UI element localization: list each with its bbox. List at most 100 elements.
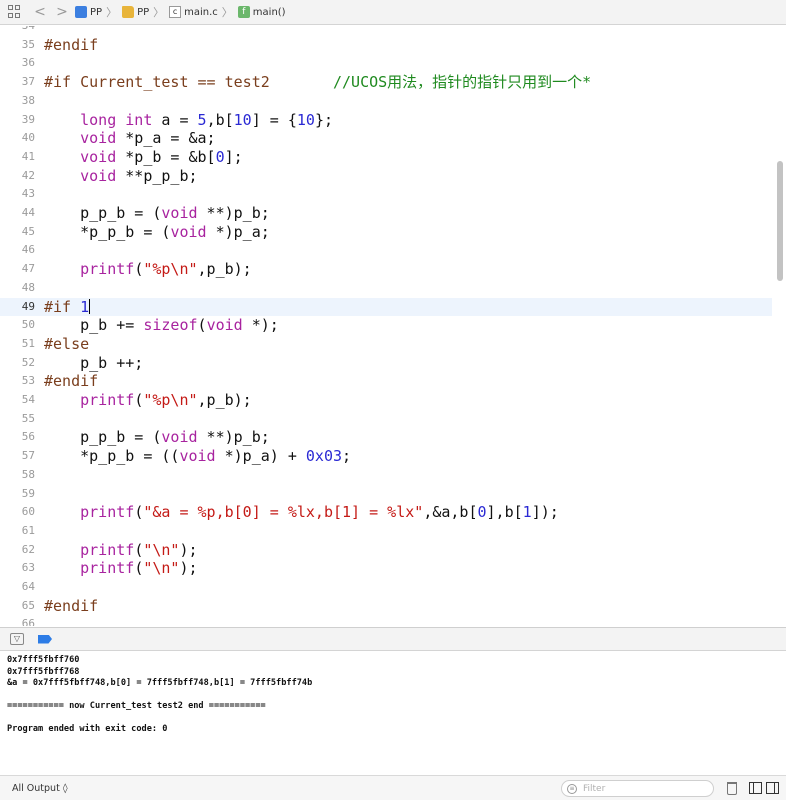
line-number[interactable]: 42	[0, 167, 35, 186]
filter-icon: ≡	[567, 783, 577, 794]
project-icon	[75, 6, 87, 18]
filter-field[interactable]: ≡ Filter	[561, 780, 714, 797]
line-number[interactable]: 60	[0, 503, 35, 522]
line-number[interactable]: 54	[0, 391, 35, 410]
chevron-right-icon: 〉	[106, 6, 118, 19]
code-line[interactable]: 49 #if 1	[0, 297, 772, 317]
line-number[interactable]: 34	[0, 26, 35, 36]
line-number[interactable]: 52	[0, 354, 35, 373]
breadcrumb-file[interactable]: c main.c 〉	[169, 4, 233, 20]
console-output[interactable]: 0x7fff5fbff760 0x7fff5fbff768 &a = 0x7fff5…	[0, 652, 786, 774]
code-line[interactable]: 51 #else	[0, 335, 772, 354]
line-number[interactable]: 65	[0, 597, 35, 616]
code-text: #endif	[44, 596, 99, 615]
code-line[interactable]: 58	[0, 466, 772, 485]
code-line[interactable]: 53 #endif	[0, 372, 772, 391]
code-line[interactable]: 66	[0, 615, 772, 626]
line-number[interactable]: 57	[0, 447, 35, 466]
line-number[interactable]: 35	[0, 36, 35, 55]
code-line[interactable]: 38	[0, 92, 772, 111]
code-text: #if Current_test == test2 //UCOS用法，指针的指针…	[44, 73, 592, 92]
code-line[interactable]: 47 printf("%p\n",p_b);	[0, 260, 772, 279]
code-text: p_p_b = (void **)p_b;	[44, 428, 270, 447]
line-number[interactable]: 58	[0, 466, 35, 485]
code-line[interactable]: 63 printf("\n");	[0, 559, 772, 578]
code-line[interactable]: 55	[0, 410, 772, 429]
code-line[interactable]: 43	[0, 185, 772, 204]
line-number[interactable]: 46	[0, 241, 35, 260]
hide-debug-area-button[interactable]: ▽	[10, 633, 24, 645]
line-number[interactable]: 44	[0, 204, 35, 223]
code-line[interactable]: 45 *p_p_b = (void *)p_a;	[0, 223, 772, 242]
line-number[interactable]: 53	[0, 372, 35, 391]
code-line[interactable]: 36	[0, 54, 772, 73]
code-line[interactable]: 46	[0, 241, 772, 260]
code-line[interactable]: 39 long int a = 5,b[10] = {10};	[0, 111, 772, 130]
line-number[interactable]: 51	[0, 335, 35, 354]
code-line[interactable]: 56 p_p_b = (void **)p_b;	[0, 428, 772, 447]
code-text: void *p_a = &a;	[80, 129, 216, 148]
folder-icon	[122, 6, 135, 18]
vertical-scrollbar[interactable]	[777, 161, 783, 281]
line-number[interactable]: 64	[0, 578, 35, 597]
code-text: #if 1	[44, 297, 91, 316]
line-number[interactable]: 63	[0, 559, 35, 578]
code-line[interactable]: 34	[0, 26, 772, 36]
trash-icon[interactable]	[727, 782, 737, 795]
c-file-icon: c	[169, 6, 182, 18]
breakpoints-toggle-icon[interactable]	[38, 634, 52, 644]
line-number[interactable]: 56	[0, 428, 35, 447]
show-console-view-icon[interactable]	[766, 782, 779, 794]
code-line[interactable]: 42 void **p_p_b;	[0, 167, 772, 186]
code-line[interactable]: 41 void *p_b = &b[0];	[0, 148, 772, 167]
code-line[interactable]: 61	[0, 522, 772, 541]
line-number[interactable]: 38	[0, 92, 35, 111]
code-line[interactable]: 35 #endif	[0, 36, 772, 55]
code-text: *p_p_b = (void *)p_a;	[44, 222, 270, 241]
line-number[interactable]: 43	[0, 185, 35, 204]
code-line[interactable]: 48	[0, 279, 772, 298]
line-number[interactable]: 40	[0, 129, 35, 148]
code-line[interactable]: 59	[0, 485, 772, 504]
code-line[interactable]: 37 #if Current_test == test2 //UCOS用法，指针的…	[0, 73, 772, 92]
related-items-icon[interactable]	[8, 5, 22, 19]
code-line[interactable]: 44 p_p_b = (void **)p_b;	[0, 204, 772, 223]
code-line[interactable]: 50 p_b += sizeof(void *);	[0, 316, 772, 335]
breadcrumb-folder[interactable]: PP 〉	[122, 4, 164, 20]
line-number[interactable]: 49	[0, 298, 35, 317]
line-number[interactable]: 50	[0, 316, 35, 335]
code-line[interactable]: 60 printf("&a = %p,b[0] = %lx,b[1] = %lx…	[0, 503, 772, 522]
code-text: printf("\n");	[80, 540, 198, 559]
code-line[interactable]: 54 printf("%p\n",p_b);	[0, 391, 772, 410]
line-number[interactable]: 41	[0, 148, 35, 167]
output-selector[interactable]: All Output ◊	[12, 783, 68, 794]
code-line[interactable]: 64	[0, 578, 772, 597]
code-line[interactable]: 57 *p_p_b = ((void *)p_a) + 0x03;	[0, 447, 772, 466]
function-icon: f	[237, 6, 250, 18]
line-number[interactable]: 66	[0, 615, 35, 626]
line-number[interactable]: 59	[0, 485, 35, 504]
code-line[interactable]: 65 #endif	[0, 597, 772, 616]
filter-placeholder: Filter	[583, 783, 606, 794]
breadcrumb-function[interactable]: f main()	[237, 6, 286, 18]
line-number[interactable]: 45	[0, 223, 35, 242]
breadcrumb-project[interactable]: PP 〉	[75, 4, 117, 20]
forward-button[interactable]: >	[54, 0, 70, 25]
code-line[interactable]: 62 printf("\n");	[0, 541, 772, 560]
line-number[interactable]: 47	[0, 260, 35, 279]
show-variables-view-icon[interactable]	[749, 782, 762, 794]
chevron-right-icon: 〉	[153, 6, 165, 19]
code-line[interactable]: 40 void *p_a = &a;	[0, 129, 772, 148]
line-number[interactable]: 37	[0, 73, 35, 92]
line-number[interactable]: 55	[0, 410, 35, 429]
line-number[interactable]: 36	[0, 54, 35, 73]
code-line[interactable]: 52 p_b ++;	[0, 354, 772, 373]
line-number[interactable]: 48	[0, 279, 35, 298]
code-text: long int a = 5,b[10] = {10};	[80, 110, 333, 129]
line-number[interactable]: 62	[0, 541, 35, 560]
line-number[interactable]: 39	[0, 111, 35, 130]
code-text: p_p_b = (void **)p_b;	[44, 204, 270, 222]
back-button[interactable]: <	[32, 0, 48, 25]
source-editor[interactable]: 3435 #endif 3637 #if Current_test == test2 …	[0, 26, 786, 626]
line-number[interactable]: 61	[0, 522, 35, 541]
